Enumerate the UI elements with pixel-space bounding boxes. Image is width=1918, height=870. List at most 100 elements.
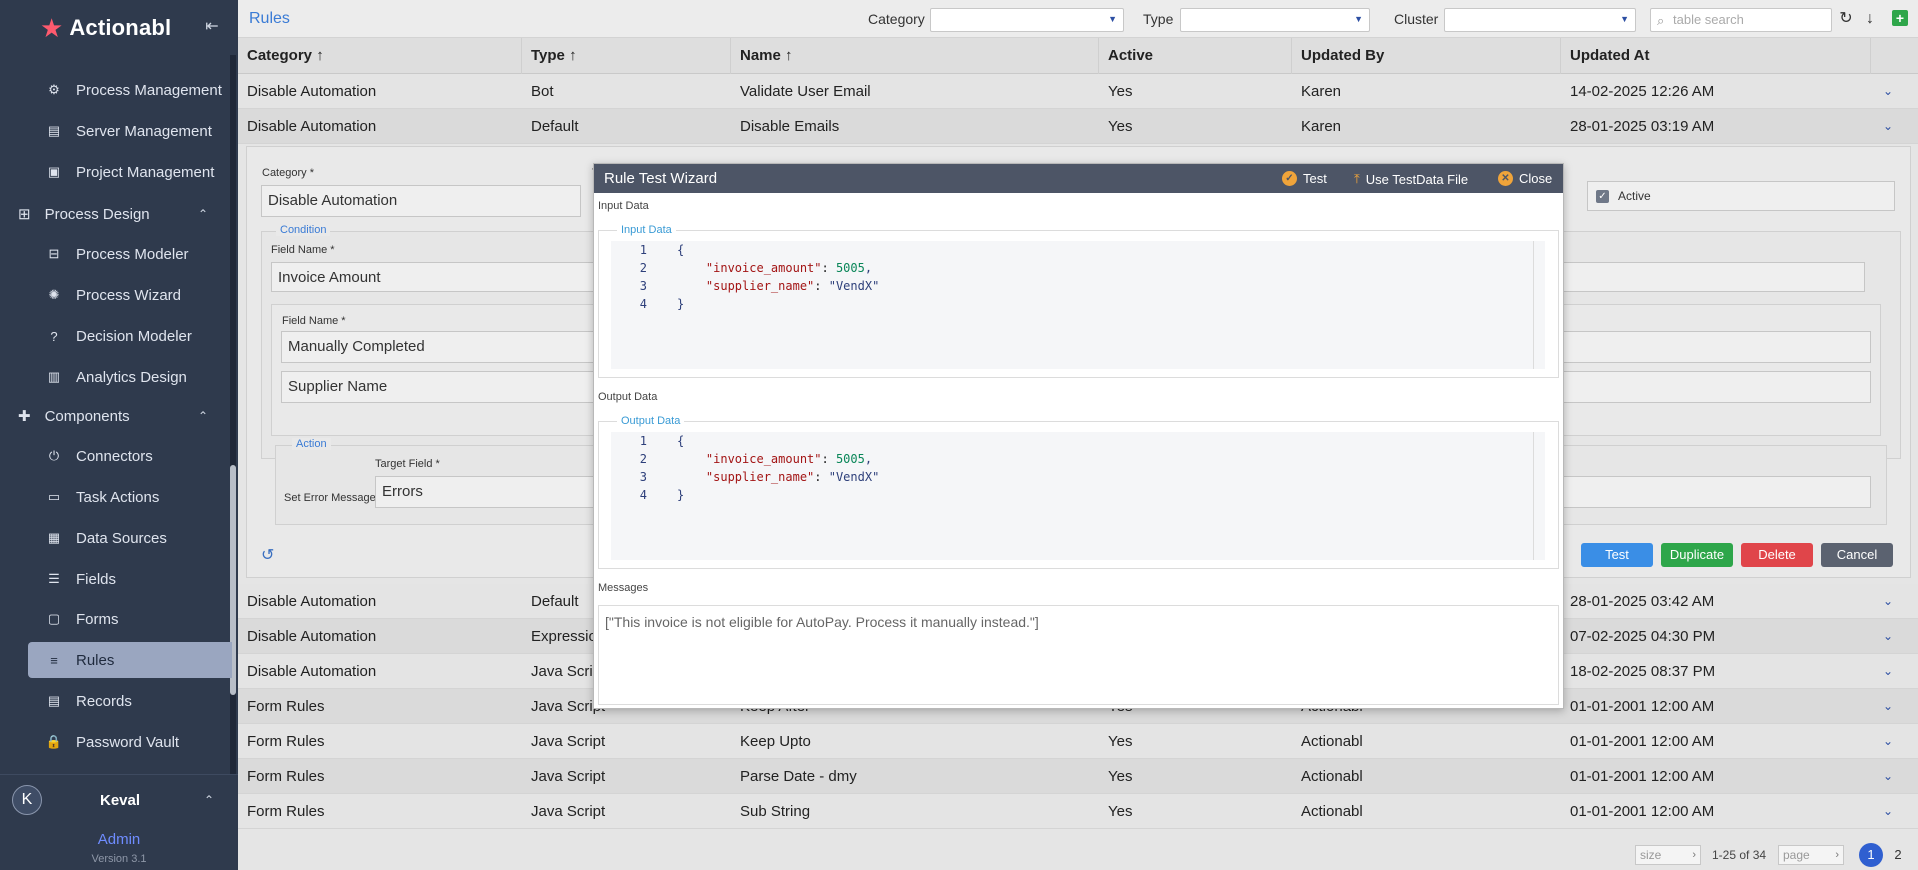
sidebar-item-rules[interactable]: ≡ Rules [28, 642, 232, 678]
user-name[interactable]: Keval [100, 792, 140, 809]
messages-box: ["This invoice is not eligible for AutoP… [598, 605, 1559, 705]
code-comma: , [864, 452, 873, 466]
dialog-test-button[interactable]: ✓ Test [1282, 171, 1327, 186]
table-row[interactable]: Disable Automation Bot Validate User Email… [238, 74, 1918, 109]
sort-up-icon: ↑ [785, 47, 793, 64]
sidebar-item-task-actions[interactable]: ▭ Task Actions [28, 479, 232, 515]
cancel-button[interactable]: Cancel [1821, 543, 1893, 567]
sidebar-item-password-vault[interactable]: 🔒 Password Vault [28, 724, 232, 760]
target-field-label: Target Field * [375, 458, 440, 470]
input-data-section-label: Input Data [598, 200, 649, 212]
page-button-2[interactable]: 2 [1886, 843, 1910, 867]
table-row[interactable]: Form Rules Java Script Parse Date - dmy Yes… [238, 759, 1918, 794]
active-checkbox[interactable]: ✓ Active [1587, 181, 1895, 211]
expand-row-icon[interactable]: ⌄ [1883, 724, 1893, 759]
history-icon[interactable]: ↺ [261, 545, 274, 565]
cell-updated-by: Karen [1301, 83, 1342, 100]
list-icon: ☰ [48, 571, 60, 586]
test-button[interactable]: Test [1581, 543, 1653, 567]
sidebar-item-label: Process Wizard [76, 286, 182, 304]
add-rule-button[interactable]: + [1892, 10, 1908, 26]
use-testdata-file-button[interactable]: ⤒ Use TestData File [1354, 171, 1468, 187]
sidebar-item-process-management[interactable]: ⚙ Process Management [28, 72, 232, 108]
column-header-updated-at[interactable]: Updated At [1561, 38, 1871, 74]
cell-type: Java Script [531, 733, 606, 750]
column-header-updated-by[interactable]: Updated By [1292, 38, 1561, 74]
sidebar-item-label: Password Vault [76, 733, 180, 751]
page-number-input[interactable]: page › [1778, 845, 1844, 865]
page-size-input[interactable]: size › [1635, 845, 1701, 865]
sidebar-item-records[interactable]: ▤ Records [28, 683, 232, 719]
code-brace: } [677, 297, 685, 311]
chevron-right-icon: › [1692, 849, 1696, 861]
table-row[interactable]: Form Rules Java Script Keep Upto Yes Actiona… [238, 724, 1918, 759]
expand-row-icon[interactable]: ⌄ [1883, 689, 1893, 724]
sidebar-item-decision-modeler[interactable]: ? Decision Modeler [28, 318, 232, 354]
sidebar-item-forms[interactable]: ▢ Forms [28, 601, 232, 637]
sidebar-item-connectors[interactable]: ⏻ Connectors [28, 438, 232, 474]
input-editor-scrollbar[interactable] [1533, 241, 1545, 369]
delete-button[interactable]: Delete [1741, 543, 1813, 567]
dialog-close-button[interactable]: ✕ Close [1498, 171, 1552, 186]
sidebar-item-process-design[interactable]: ⊞ Process Design ⌃ [0, 195, 230, 233]
refresh-icon[interactable]: ↻ [1836, 9, 1856, 29]
line-number: 2 [639, 261, 647, 275]
expand-row-icon[interactable]: ⌄ [1883, 619, 1893, 654]
sidebar-item-project-management[interactable]: ▣ Project Management [28, 154, 232, 190]
column-header-name[interactable]: Name ↑ [731, 38, 1099, 74]
sidebar-item-components[interactable]: ✚ Components ⌃ [0, 397, 230, 435]
table-row[interactable]: Disable Automation Default Disable Emails Y… [238, 109, 1918, 144]
expand-row-icon[interactable]: ⌄ [1883, 654, 1893, 689]
table-row[interactable]: Form Rules Java Script Sub String Yes Action… [238, 794, 1918, 829]
user-panel: K Keval ⌃ Admin Version 3.1 [0, 774, 238, 870]
sidebar-item-analytics-design[interactable]: ▥ Analytics Design [28, 359, 232, 395]
sidebar-item-fields[interactable]: ☰ Fields [28, 561, 232, 597]
expand-row-icon[interactable]: ⌄ [1883, 759, 1893, 794]
cell-updated-at: 01-01-2001 12:00 AM [1570, 733, 1715, 750]
column-header-type[interactable]: Type ↑ [522, 38, 731, 74]
output-code-editor[interactable]: 1{2 "invoice_amount": 5005, 3 "supplier_n… [611, 432, 1545, 560]
field-name-label: Field Name * [271, 244, 335, 256]
checkmark-icon: ✓ [1596, 190, 1609, 203]
input-code-editor[interactable]: 1{2 "invoice_amount": 5005, 3 "supplier_n… [611, 241, 1545, 369]
output-data-box: Output Data 1{2 "invoice_amount": 5005, 3… [598, 415, 1559, 569]
expand-row-icon[interactable]: ⌄ [1883, 584, 1893, 619]
code-line: 4} [611, 486, 1541, 504]
sidebar-item-server-management[interactable]: ▤ Server Management [28, 113, 232, 149]
duplicate-button[interactable]: Duplicate [1661, 543, 1733, 567]
gear-icon: ⚙ [48, 82, 60, 97]
collapse-sidebar-icon[interactable]: ⇤ [203, 18, 221, 36]
action-name: Set Error Message [284, 492, 376, 504]
sidebar-item-label: Process Modeler [76, 245, 189, 263]
cell-type: Java Script [531, 803, 606, 820]
expand-row-icon[interactable]: ⌄ [1883, 794, 1893, 829]
expand-row-icon[interactable]: ⌄ [1883, 74, 1893, 109]
cell-name: Disable Emails [740, 118, 840, 135]
line-number: 2 [639, 452, 647, 466]
output-data-section-label: Output Data [598, 391, 658, 403]
avatar[interactable]: K [12, 785, 42, 815]
page-button-1[interactable]: 1 [1859, 843, 1883, 867]
sidebar-item-data-sources[interactable]: ▦ Data Sources [28, 520, 232, 556]
chevron-up-icon[interactable]: ⌃ [198, 207, 208, 221]
column-header-active[interactable]: Active [1099, 38, 1292, 74]
sidebar-item-process-wizard[interactable]: ✺ Process Wizard [28, 277, 232, 313]
cell-name: Parse Date - dmy [740, 768, 857, 785]
column-header-category[interactable]: Category ↑ [238, 38, 522, 74]
expand-row-icon[interactable]: ⌄ [1883, 109, 1893, 144]
code-value: 5005 [835, 261, 865, 275]
output-editor-scrollbar[interactable] [1533, 432, 1545, 560]
download-icon[interactable]: ↓ [1860, 9, 1880, 29]
user-role-link[interactable]: Admin [0, 831, 238, 848]
cell-updated-at: 01-01-2001 12:00 AM [1570, 768, 1715, 785]
type-filter-select[interactable]: ▼ [1180, 8, 1370, 32]
category-filter-select[interactable]: ▼ [930, 8, 1124, 32]
chevron-up-icon[interactable]: ⌃ [204, 793, 214, 807]
cell-type: Default [531, 118, 579, 135]
chevron-up-icon[interactable]: ⌃ [198, 409, 208, 423]
cluster-filter-select[interactable]: ▼ [1444, 8, 1636, 32]
search-input[interactable]: ⌕ table search [1650, 8, 1832, 32]
category-field[interactable]: Disable Automation [261, 185, 581, 217]
sidebar-item-process-modeler[interactable]: ⊟ Process Modeler [28, 236, 232, 272]
search-icon: ⌕ [1657, 13, 1665, 28]
